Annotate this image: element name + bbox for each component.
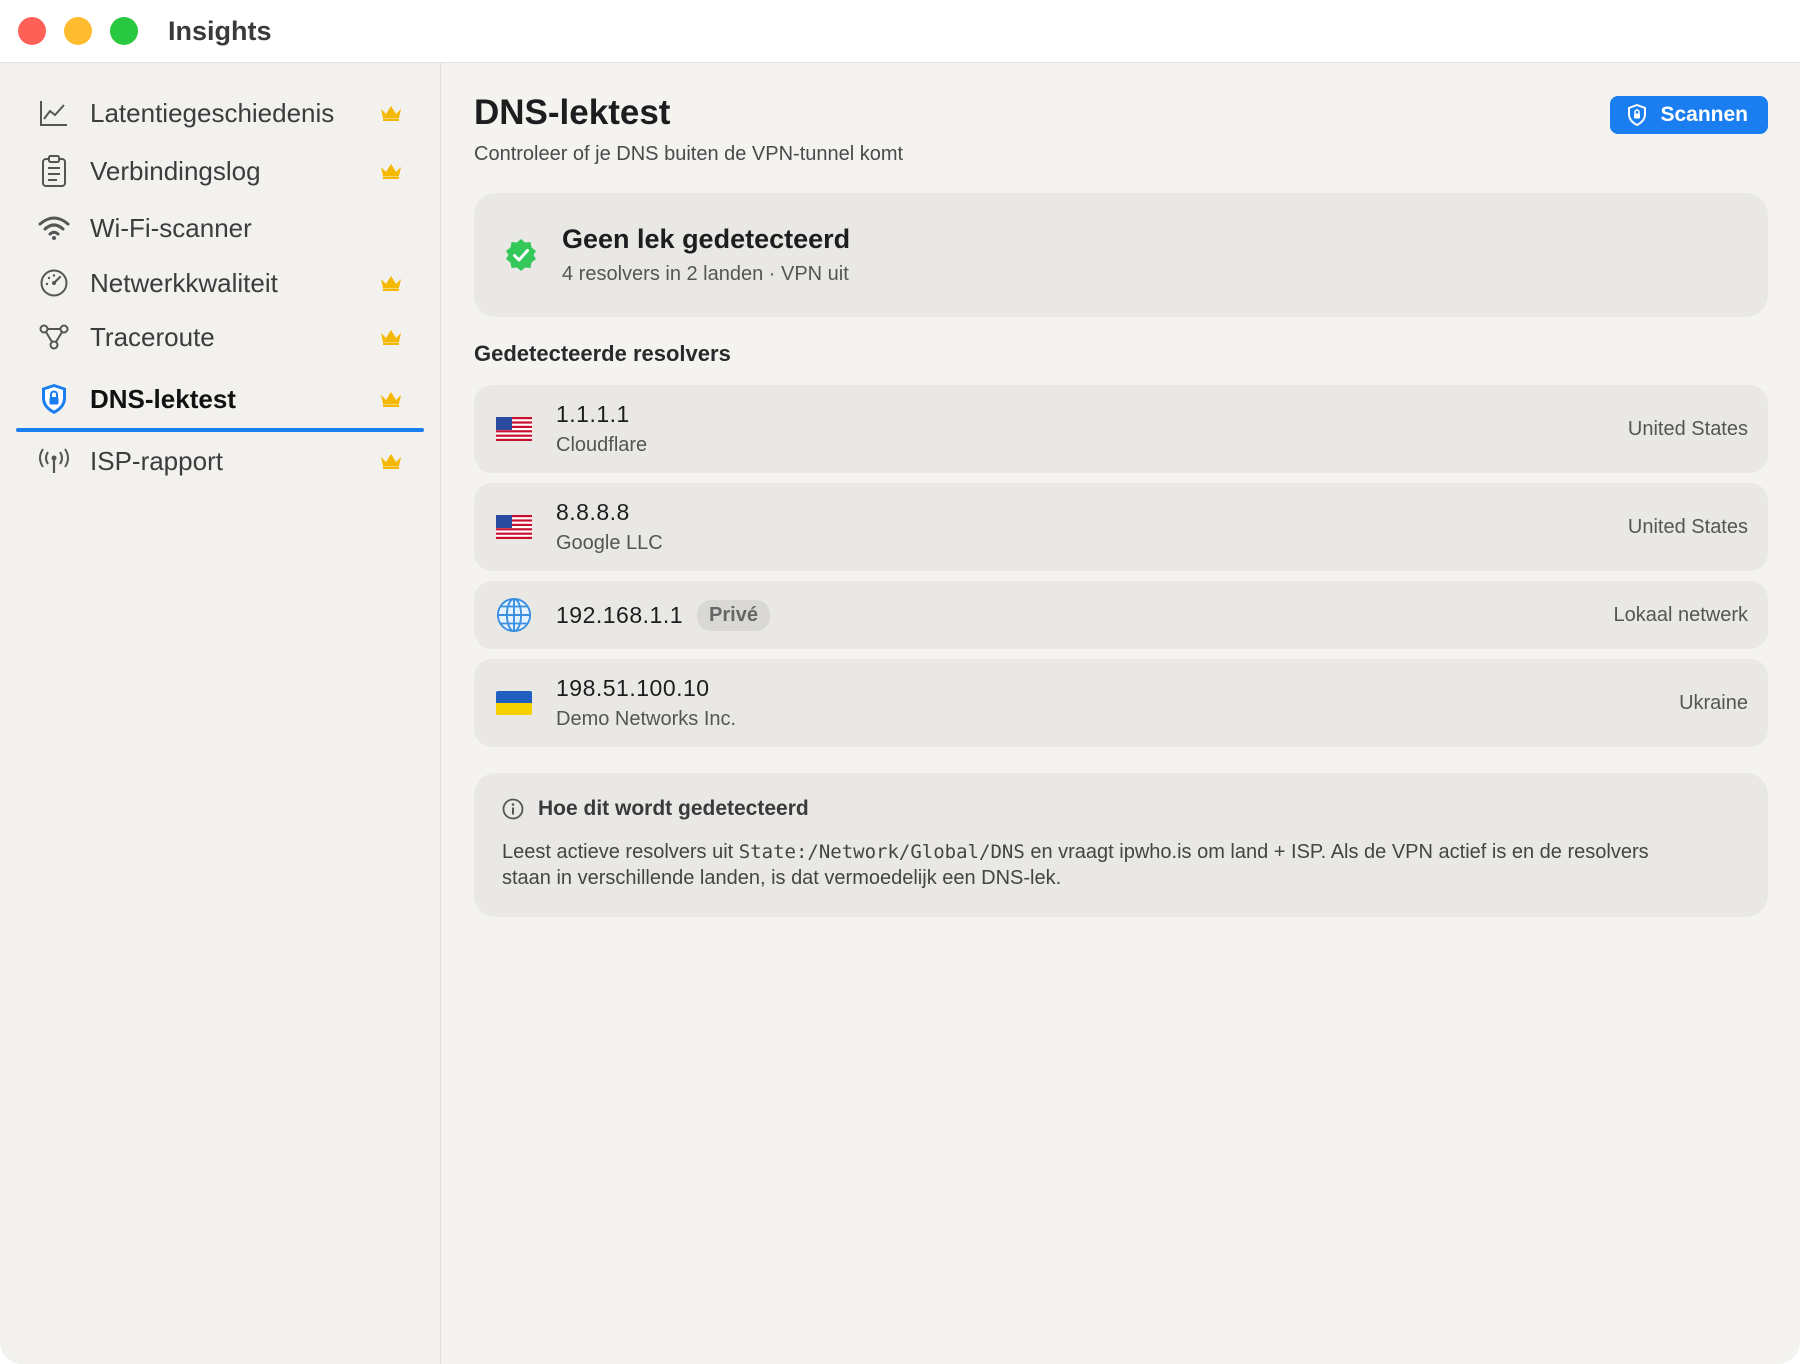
window-title: Insights bbox=[168, 15, 272, 46]
resolver-row[interactable]: 192.168.1.1 Privé Lokaal netwerk bbox=[474, 581, 1768, 649]
clipboard-icon bbox=[36, 153, 72, 189]
resolver-row[interactable]: 198.51.100.10 Demo Networks Inc. Ukraine bbox=[474, 659, 1768, 747]
gauge-icon bbox=[36, 265, 72, 301]
zoom-window-button[interactable] bbox=[110, 17, 138, 45]
resolver-row[interactable]: 8.8.8.8 Google LLC United States bbox=[474, 483, 1768, 571]
scan-button-label: Scannen bbox=[1660, 103, 1748, 126]
info-icon bbox=[502, 798, 524, 820]
sidebar-item-verbindingslog[interactable]: Verbindingslog bbox=[16, 143, 424, 199]
globe-icon bbox=[496, 597, 532, 633]
sidebar-item-label: Latentiegeschiedenis bbox=[90, 97, 335, 128]
crown-icon bbox=[378, 272, 404, 294]
crown-icon bbox=[378, 450, 404, 472]
resolver-country: Lokaal netwerk bbox=[1613, 603, 1748, 626]
resolvers-heading: Gedetecteerde resolvers bbox=[474, 341, 731, 366]
page-title: DNS-lektest bbox=[474, 93, 671, 132]
sidebar-item-label: Netwerkkwaliteit bbox=[90, 267, 278, 298]
sidebar: Latentiegeschiedenis Verbindingslog Wi-F… bbox=[0, 63, 441, 1364]
sidebar-item-label: Wi-Fi-scanner bbox=[90, 212, 252, 243]
crown-icon bbox=[378, 160, 404, 182]
us-flag-icon bbox=[496, 411, 532, 447]
sidebar-item-isp-rapport[interactable]: ISP-rapport bbox=[16, 433, 424, 489]
wifi-icon bbox=[36, 210, 72, 246]
ua-flag-icon bbox=[496, 685, 532, 721]
scan-button[interactable]: Scannen bbox=[1610, 96, 1768, 134]
sidebar-item-dns-lektest[interactable]: DNS-lektest bbox=[16, 371, 424, 432]
close-window-button[interactable] bbox=[18, 17, 46, 45]
network-nodes-icon bbox=[36, 319, 72, 355]
dns-path-code: State:/Network/Global/DNS bbox=[738, 841, 1025, 863]
minimize-window-button[interactable] bbox=[64, 17, 92, 45]
resolver-ip: 1.1.1.1 bbox=[556, 401, 630, 427]
shield-icon bbox=[1628, 104, 1647, 126]
main-content: DNS-lektest Controleer of je DNS buiten … bbox=[441, 63, 1800, 1364]
info-card: Hoe dit wordt gedetecteerd Leest actieve… bbox=[474, 773, 1768, 917]
title-bar: Insights bbox=[0, 0, 1800, 63]
sidebar-item-latentiegeschiedenis[interactable]: Latentiegeschiedenis bbox=[16, 85, 424, 141]
sidebar-item-netwerkkwaliteit[interactable]: Netwerkkwaliteit bbox=[16, 255, 424, 311]
app-window: Insights Latentiegeschiedenis Verbinding… bbox=[0, 0, 1800, 1364]
private-badge: Privé bbox=[697, 599, 770, 631]
status-card: Geen lek gedetecteerd 4 resolvers in 2 l… bbox=[474, 193, 1768, 317]
crown-icon bbox=[378, 326, 404, 348]
resolver-ip: 198.51.100.10 bbox=[556, 675, 710, 701]
resolver-row[interactable]: 1.1.1.1 Cloudflare United States bbox=[474, 385, 1768, 473]
shield-lock-icon bbox=[36, 381, 72, 417]
crown-icon bbox=[378, 388, 404, 410]
page-subtitle: Controleer of je DNS buiten de VPN-tunne… bbox=[474, 143, 904, 165]
info-title: Hoe dit wordt gedetecteerd bbox=[538, 797, 809, 820]
resolver-provider: Cloudflare bbox=[556, 434, 648, 456]
sidebar-item-label: DNS-lektest bbox=[90, 383, 236, 414]
verified-check-icon bbox=[504, 238, 538, 272]
sidebar-item-traceroute[interactable]: Traceroute bbox=[16, 309, 424, 365]
resolver-country: United States bbox=[1627, 515, 1748, 538]
resolver-provider: Demo Networks Inc. bbox=[556, 708, 737, 730]
status-title: Geen lek gedetecteerd bbox=[562, 224, 851, 254]
info-body: Leest actieve resolvers uit State:/Netwo… bbox=[502, 841, 1649, 889]
antenna-icon bbox=[36, 443, 72, 479]
sidebar-item-label: Verbindingslog bbox=[90, 155, 261, 186]
sidebar-item-label: ISP-rapport bbox=[90, 445, 223, 476]
window-controls bbox=[18, 17, 138, 45]
resolver-ip: 192.168.1.1 bbox=[556, 601, 684, 628]
sidebar-item-label: Traceroute bbox=[90, 321, 215, 352]
status-subtitle: 4 resolvers in 2 landen · VPN uit bbox=[562, 263, 849, 285]
resolver-country: United States bbox=[1627, 417, 1748, 440]
crown-icon bbox=[378, 102, 404, 124]
sidebar-item-wifi-scanner[interactable]: Wi-Fi-scanner bbox=[16, 200, 424, 256]
chart-line-icon bbox=[36, 95, 72, 131]
resolver-ip: 8.8.8.8 bbox=[556, 499, 630, 525]
resolver-provider: Google LLC bbox=[556, 532, 663, 554]
resolver-country: Ukraine bbox=[1679, 691, 1748, 714]
us-flag-icon bbox=[496, 509, 532, 545]
